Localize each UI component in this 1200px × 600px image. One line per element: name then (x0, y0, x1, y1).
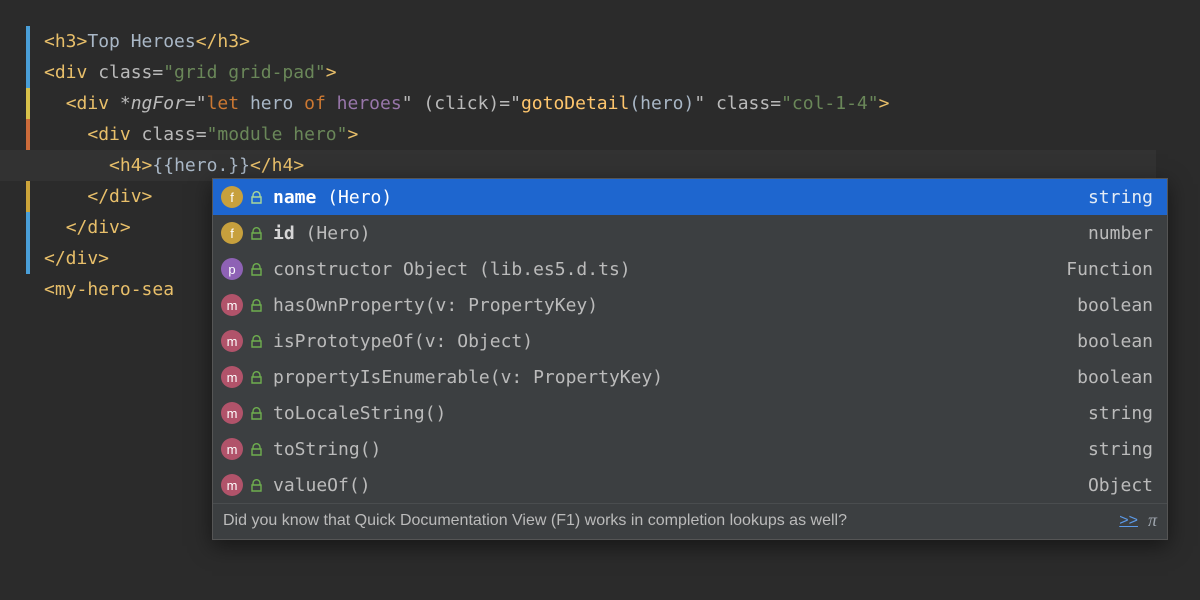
code-completion-popup[interactable]: f name (Hero) string f id (Hero) number p const… (212, 178, 1168, 540)
completion-item[interactable]: p constructor Object (lib.es5.d.ts) Functi… (213, 251, 1167, 287)
method-icon: m (221, 474, 243, 496)
completion-label: propertyIsEnumerable(v: PropertyKey) (273, 367, 663, 388)
completion-type: boolean (1077, 331, 1153, 352)
pi-icon[interactable]: π (1148, 510, 1157, 531)
field-icon: f (221, 222, 243, 244)
completion-item[interactable]: m hasOwnProperty(v: PropertyKey) boolean (213, 287, 1167, 323)
method-icon: m (221, 294, 243, 316)
completion-type: Function (1066, 259, 1153, 280)
code-line: <h3>Top Heroes</h3> (44, 26, 1200, 57)
visibility-lock-icon (249, 191, 263, 204)
tip-more-link[interactable]: >> (1119, 512, 1138, 530)
method-icon: m (221, 366, 243, 388)
completion-type: string (1088, 187, 1153, 208)
completion-item[interactable]: m propertyIsEnumerable(v: PropertyKey) boo… (213, 359, 1167, 395)
completion-type: boolean (1077, 295, 1153, 316)
completion-list[interactable]: f name (Hero) string f id (Hero) number p const… (213, 179, 1167, 503)
completion-label: name (Hero) (273, 187, 392, 208)
completion-item[interactable]: m toString() string (213, 431, 1167, 467)
visibility-lock-icon (249, 371, 263, 384)
completion-label: valueOf() (273, 475, 371, 496)
code-line-current: <h4>{{hero.}}</h4> (0, 150, 1156, 181)
completion-label: constructor Object (lib.es5.d.ts) (273, 259, 631, 280)
completion-item[interactable]: f id (Hero) number (213, 215, 1167, 251)
code-line: <div *ngFor="let hero of heroes" (click)… (44, 88, 1200, 119)
completion-label: hasOwnProperty(v: PropertyKey) (273, 295, 598, 316)
completion-label: isPrototypeOf(v: Object) (273, 331, 533, 352)
tip-text: Did you know that Quick Documentation Vi… (223, 512, 847, 530)
visibility-lock-icon (249, 407, 263, 420)
method-icon: m (221, 330, 243, 352)
visibility-lock-icon (249, 479, 263, 492)
completion-type: string (1088, 439, 1153, 460)
completion-label: toString() (273, 439, 381, 460)
completion-label: id (Hero) (273, 223, 371, 244)
completion-item[interactable]: m valueOf() Object (213, 467, 1167, 503)
completion-item[interactable]: f name (Hero) string (213, 179, 1167, 215)
completion-tip: Did you know that Quick Documentation Vi… (213, 503, 1167, 539)
property-icon: p (221, 258, 243, 280)
completion-item[interactable]: m isPrototypeOf(v: Object) boolean (213, 323, 1167, 359)
completion-label: toLocaleString() (273, 403, 446, 424)
change-gutter (26, 26, 30, 600)
completion-item[interactable]: m toLocaleString() string (213, 395, 1167, 431)
field-icon: f (221, 186, 243, 208)
completion-type: string (1088, 403, 1153, 424)
visibility-lock-icon (249, 443, 263, 456)
completion-type: boolean (1077, 367, 1153, 388)
completion-type: number (1088, 223, 1153, 244)
completion-type: Object (1088, 475, 1153, 496)
visibility-lock-icon (249, 299, 263, 312)
method-icon: m (221, 438, 243, 460)
visibility-lock-icon (249, 335, 263, 348)
code-line: <div class="module hero"> (44, 119, 1200, 150)
code-line: <div class="grid grid-pad"> (44, 57, 1200, 88)
visibility-lock-icon (249, 263, 263, 276)
method-icon: m (221, 402, 243, 424)
visibility-lock-icon (249, 227, 263, 240)
